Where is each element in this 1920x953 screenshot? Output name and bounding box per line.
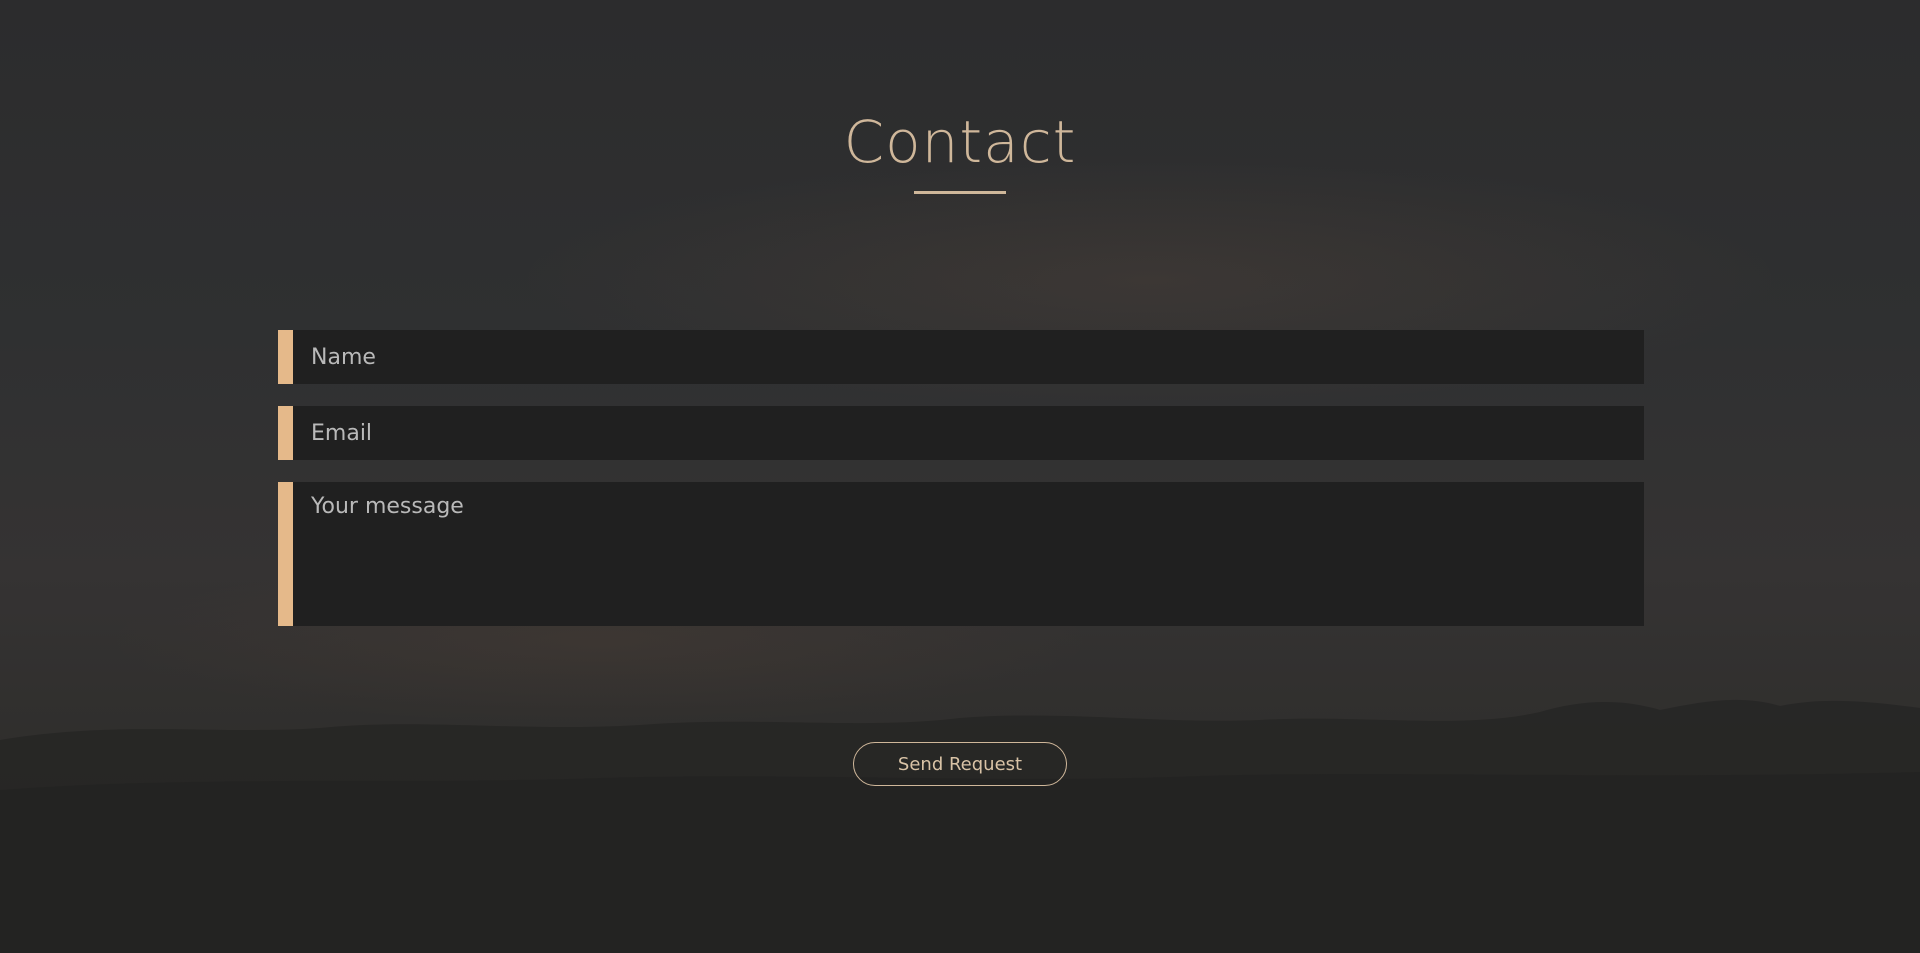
message-textarea[interactable] xyxy=(293,482,1644,626)
title-underline xyxy=(914,191,1006,194)
email-field[interactable] xyxy=(278,406,1644,460)
sunset-landscape-background-image xyxy=(0,699,1920,953)
contact-section: Contact Send Request xyxy=(0,0,1920,953)
name-field[interactable] xyxy=(278,330,1644,384)
send-request-button[interactable]: Send Request xyxy=(853,742,1067,786)
page-title: Contact xyxy=(843,108,1077,176)
field-accent-bar xyxy=(278,406,293,460)
email-input[interactable] xyxy=(293,406,1644,460)
field-accent-bar xyxy=(278,330,293,384)
name-input[interactable] xyxy=(293,330,1644,384)
field-accent-bar xyxy=(278,482,293,626)
message-field[interactable] xyxy=(278,482,1644,626)
